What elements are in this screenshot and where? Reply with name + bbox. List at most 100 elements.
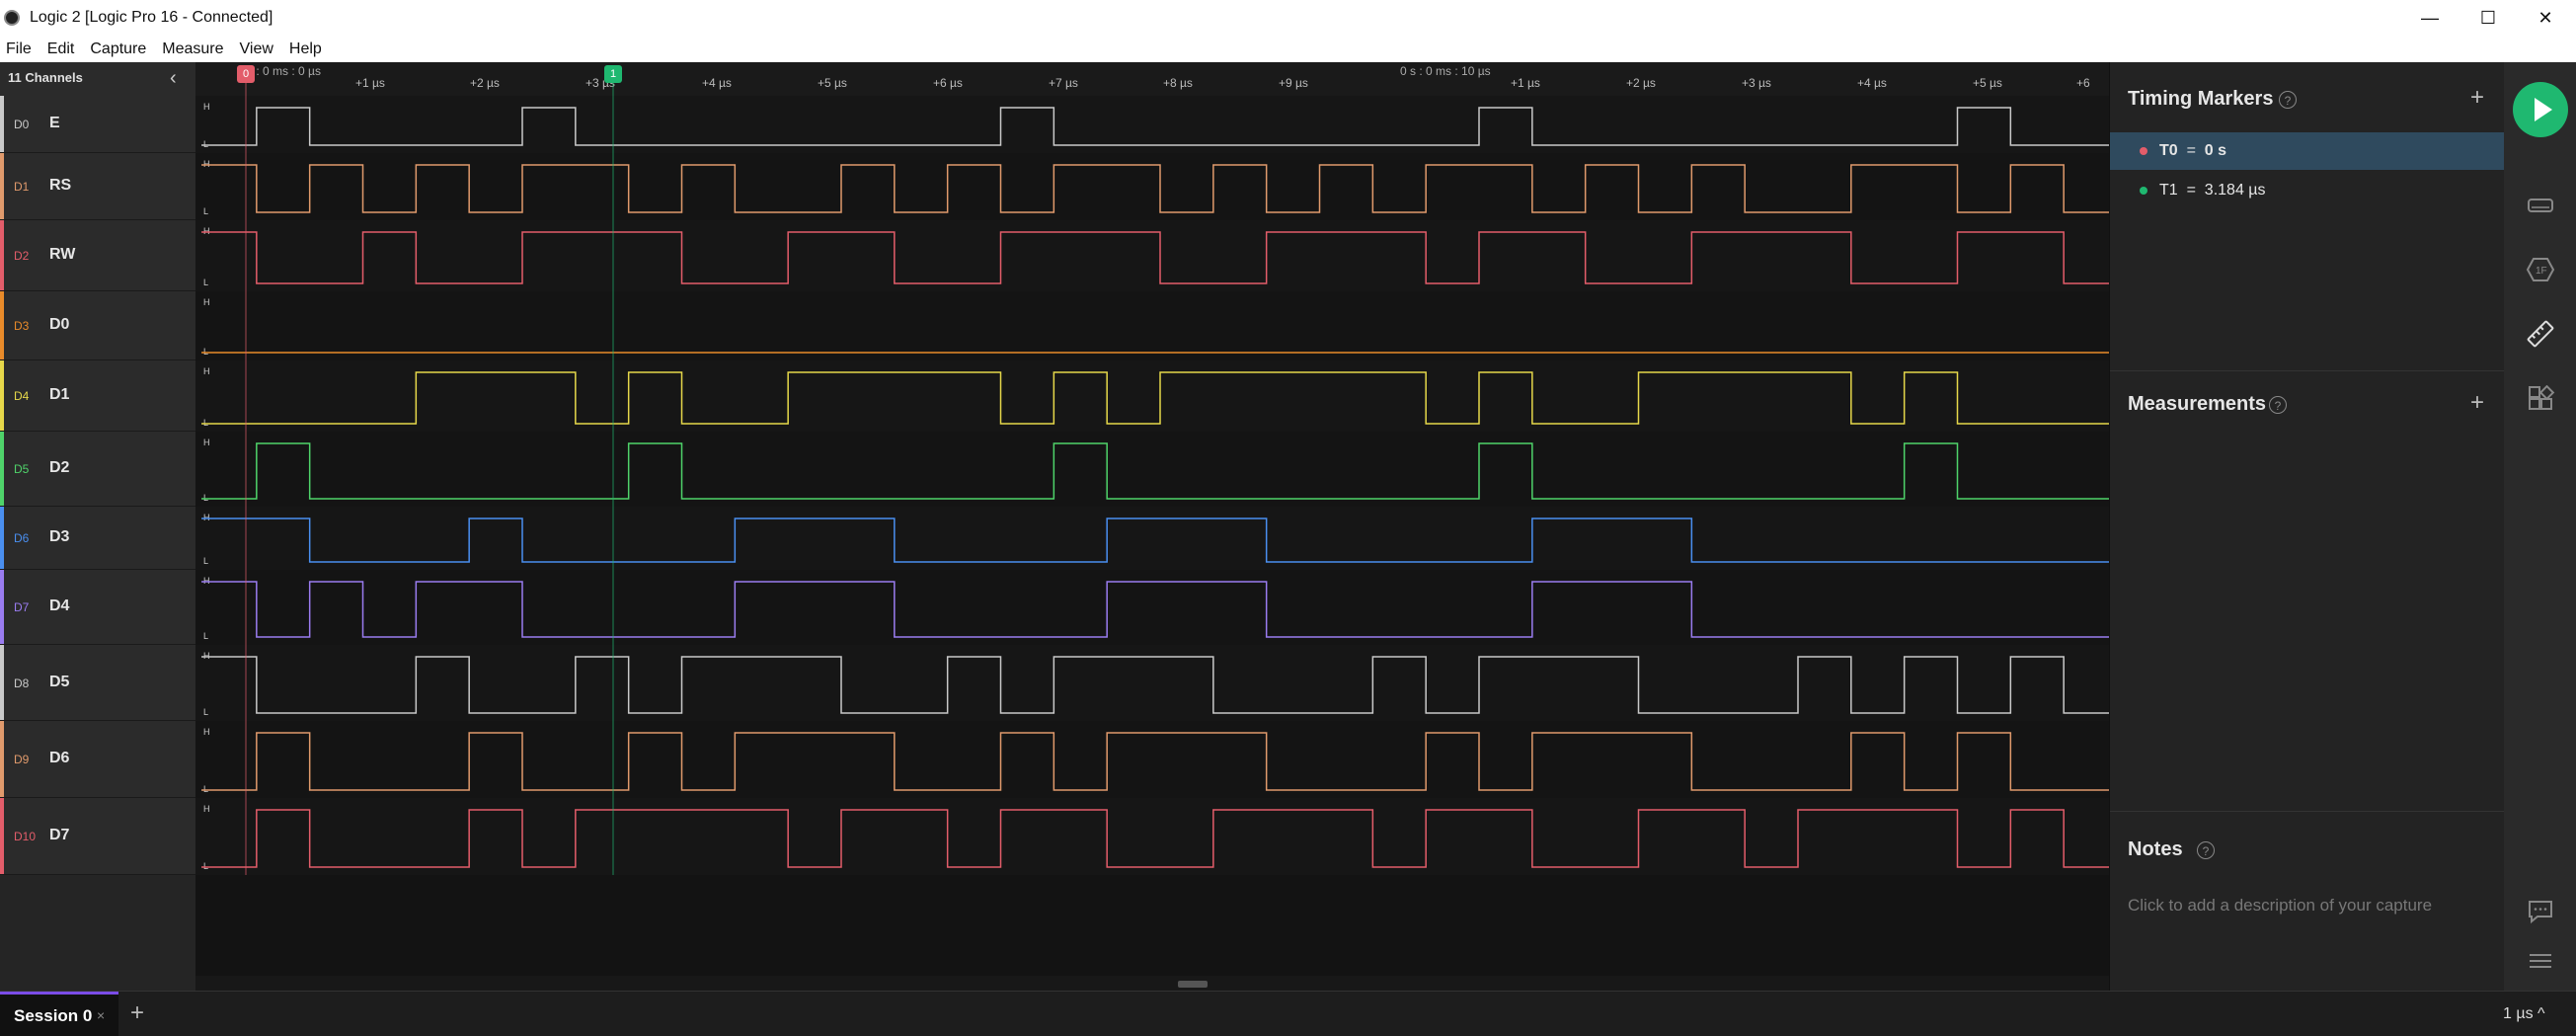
- channel-color-stripe: [0, 507, 4, 569]
- channel-name[interactable]: D1: [49, 386, 69, 404]
- low-level-label: L: [203, 631, 208, 641]
- measurements-title: Measurements: [2128, 393, 2267, 415]
- waveform-row-bg: [195, 432, 2109, 507]
- high-level-label: H: [203, 159, 210, 169]
- channel-row-d1[interactable]: D4 D1: [0, 360, 195, 432]
- add-timing-marker-button[interactable]: +: [2470, 84, 2484, 112]
- channel-row-d0[interactable]: D3 D0: [0, 291, 195, 360]
- channel-index: D7: [14, 600, 30, 614]
- new-session-button[interactable]: +: [130, 999, 144, 1027]
- channel-sidebar: 11 Channels ‹ D0 E D1 RS D2 RW D3 D0 D4 D1 D5 D2 D6 D…: [0, 62, 195, 991]
- channel-name[interactable]: D5: [49, 674, 69, 691]
- device-settings-icon[interactable]: [2526, 191, 2555, 220]
- scrollbar-thumb[interactable]: [1178, 981, 1208, 988]
- channel-name[interactable]: E: [49, 115, 60, 132]
- low-level-label: L: [203, 861, 208, 871]
- high-level-label: H: [203, 651, 210, 661]
- collapse-sidebar-icon[interactable]: ‹: [170, 67, 177, 90]
- low-level-label: L: [203, 493, 208, 503]
- marker-value: 0 s: [2204, 142, 2227, 159]
- marker-value: 3.184 µs: [2204, 182, 2266, 199]
- channel-name[interactable]: RS: [49, 177, 71, 195]
- channel-name[interactable]: D7: [49, 827, 69, 844]
- low-level-label: L: [203, 707, 208, 717]
- waveform-row-bg: [195, 220, 2109, 291]
- low-level-label: L: [203, 206, 208, 216]
- channel-index: D5: [14, 462, 30, 476]
- add-measurement-button[interactable]: +: [2470, 389, 2484, 417]
- channel-row-d4[interactable]: D7 D4: [0, 570, 195, 645]
- waveform-view[interactable]: +1 µs +2 µs +3 µs +4 µs +5 µs +6 µs +7 µs +8 µs…: [195, 62, 2109, 991]
- channel-color-stripe: [0, 291, 4, 359]
- notes-placeholder[interactable]: Click to add a description of your captu…: [2128, 896, 2432, 916]
- high-level-label: H: [203, 576, 210, 586]
- menu-capture[interactable]: Capture: [82, 40, 154, 58]
- notes-help-icon[interactable]: ?: [2197, 841, 2215, 859]
- marker-text: T0 = 0 s: [2159, 142, 2226, 160]
- session-tab-label: Session 0: [14, 1006, 93, 1025]
- menu-measure[interactable]: Measure: [154, 40, 231, 58]
- timing-markers-title: Timing Markers: [2128, 88, 2274, 110]
- right-panel: Timing Markers ? + T0 = 0 s T1 = 3.184 µ…: [2109, 62, 2505, 991]
- marker-dot-icon: [2140, 147, 2147, 155]
- marker-eq: =: [2186, 142, 2196, 159]
- channel-row-d5[interactable]: D8 D5: [0, 645, 195, 721]
- close-button[interactable]: ✕: [2523, 4, 2568, 32]
- waveform-canvas[interactable]: HLHLHLHLHLHLHLHLHLHLHL: [195, 62, 2109, 991]
- marker-dot-icon: [2140, 187, 2147, 195]
- channel-row-rw[interactable]: D2 RW: [0, 220, 195, 291]
- channel-name[interactable]: D4: [49, 598, 69, 615]
- minimize-button[interactable]: —: [2407, 4, 2453, 32]
- low-level-label: L: [203, 278, 208, 287]
- title-bar: Logic 2 [Logic Pro 16 - Connected] — ☐ ✕: [0, 0, 2576, 36]
- horizontal-scrollbar[interactable]: [195, 976, 2109, 991]
- channel-name[interactable]: D6: [49, 750, 69, 767]
- feedback-chat-icon[interactable]: [2526, 897, 2555, 926]
- channel-row-d2[interactable]: D5 D2: [0, 432, 195, 507]
- channel-name[interactable]: D3: [49, 528, 69, 546]
- maximize-button[interactable]: ☐: [2465, 4, 2511, 32]
- timing-markers-help-icon[interactable]: ?: [2279, 91, 2297, 109]
- channel-list-header: 11 Channels ‹: [0, 62, 195, 97]
- menu-edit[interactable]: Edit: [39, 40, 83, 58]
- low-level-label: L: [203, 347, 208, 357]
- high-level-label: H: [203, 727, 210, 737]
- menu-bar: File Edit Capture Measure View Help: [0, 36, 2576, 62]
- app-logo-icon: [4, 10, 20, 26]
- menu-file[interactable]: File: [0, 40, 39, 58]
- hamburger-menu-icon[interactable]: [2526, 946, 2555, 976]
- measurements-help-icon[interactable]: ?: [2269, 396, 2287, 414]
- zoom-level[interactable]: 1 µs ^: [2503, 1005, 2545, 1023]
- channel-row-e[interactable]: D0 E: [0, 96, 195, 153]
- channel-row-d3[interactable]: D6 D3: [0, 507, 195, 570]
- timing-markers-ruler-icon[interactable]: [2526, 319, 2555, 349]
- low-level-label: L: [203, 418, 208, 428]
- channel-index: D3: [14, 319, 30, 333]
- channel-index: D6: [14, 531, 30, 545]
- channel-color-stripe: [0, 220, 4, 290]
- channel-name[interactable]: D0: [49, 316, 69, 334]
- high-level-label: H: [203, 438, 210, 447]
- svg-text:1F: 1F: [2536, 266, 2547, 277]
- analyzers-icon[interactable]: 1F: [2526, 255, 2555, 284]
- channel-color-stripe: [0, 96, 4, 152]
- session-tab[interactable]: Session 0 ×: [0, 992, 118, 1036]
- menu-help[interactable]: Help: [281, 40, 330, 58]
- channel-index: D2: [14, 249, 30, 263]
- start-capture-play-icon[interactable]: [2513, 82, 2568, 137]
- close-tab-icon[interactable]: ×: [97, 1007, 105, 1023]
- channel-name[interactable]: D2: [49, 459, 69, 477]
- timing-marker-row[interactable]: T0 = 0 s: [2110, 132, 2505, 170]
- channel-row-d6[interactable]: D9 D6: [0, 721, 195, 798]
- extensions-icon[interactable]: [2526, 385, 2555, 415]
- low-level-label: L: [203, 139, 208, 149]
- window-title: Logic 2 [Logic Pro 16 - Connected]: [30, 9, 273, 26]
- menu-view[interactable]: View: [232, 40, 281, 58]
- channel-color-stripe: [0, 798, 4, 874]
- channel-row-rs[interactable]: D1 RS: [0, 153, 195, 220]
- timing-marker-row[interactable]: T1 = 3.184 µs: [2110, 172, 2505, 209]
- high-level-label: H: [203, 804, 210, 814]
- channel-index: D4: [14, 389, 30, 403]
- channel-row-d7[interactable]: D10 D7: [0, 798, 195, 875]
- channel-name[interactable]: RW: [49, 246, 75, 264]
